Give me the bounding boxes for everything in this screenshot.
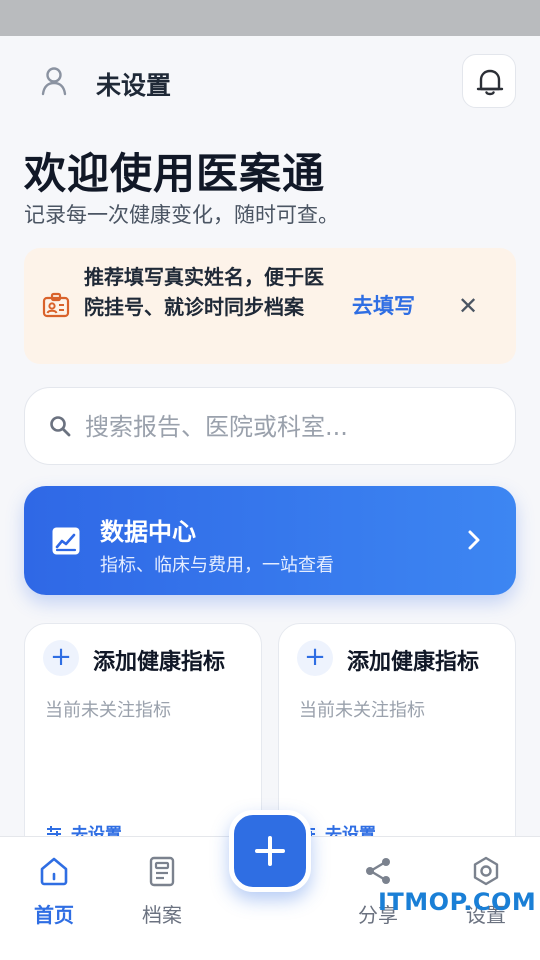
home-icon (40, 857, 68, 886)
notification-button[interactable] (462, 54, 516, 108)
card-title: 添加健康指标 (93, 650, 226, 675)
data-center-title: 数据中心 (100, 518, 196, 546)
id-card-icon (42, 292, 70, 318)
plus-icon[interactable]: + (297, 640, 333, 676)
status-bar (0, 0, 540, 36)
plus-icon[interactable]: + (43, 640, 79, 676)
top-bar: 未设置 (24, 54, 516, 110)
home-page: 未设置 欢迎使用医案通 记录每一次健康变化，随时可查。 推荐填写真实姓名，便于医… (0, 36, 540, 960)
data-center-card[interactable]: 数据中心 指标、临床与费用，一站查看 (24, 486, 516, 595)
share-icon (366, 858, 390, 884)
user-icon[interactable] (40, 66, 68, 96)
watermark: ITMOP.COM (378, 888, 537, 916)
gear-icon (473, 856, 499, 886)
welcome-subtitle: 记录每一次健康变化，随时可查。 (24, 203, 339, 227)
data-center-subtitle: 指标、临床与费用，一站查看 (100, 555, 334, 576)
tab-label: 首页 (34, 903, 74, 927)
document-icon (149, 856, 175, 887)
tab-label: 档案 (142, 903, 182, 927)
user-name[interactable]: 未设置 (96, 66, 171, 102)
search-icon (50, 416, 71, 437)
tab-home[interactable]: 首页 (9, 855, 99, 935)
card-title: 添加健康指标 (347, 650, 480, 675)
bell-icon (476, 69, 504, 96)
close-icon[interactable]: ✕ (452, 290, 484, 322)
card-description: 当前未关注指标 (299, 700, 425, 721)
real-name-notice: 推荐填写真实姓名，便于医院挂号、就诊时同步档案 去填写 ✕ (24, 248, 516, 364)
fill-in-link[interactable]: 去填写 (352, 290, 415, 320)
add-record-button[interactable] (229, 810, 311, 892)
card-description: 当前未关注指标 (45, 700, 171, 721)
notice-text: 推荐填写真实姓名，便于医院挂号、就诊时同步档案 (84, 265, 324, 319)
welcome-title: 欢迎使用医案通 (24, 149, 326, 198)
chart-icon (52, 527, 80, 555)
search-input[interactable] (85, 410, 485, 444)
tab-records[interactable]: 档案 (117, 855, 207, 935)
plus-icon (255, 836, 285, 866)
chevron-right-icon (468, 530, 480, 550)
search-bar[interactable] (24, 387, 516, 465)
